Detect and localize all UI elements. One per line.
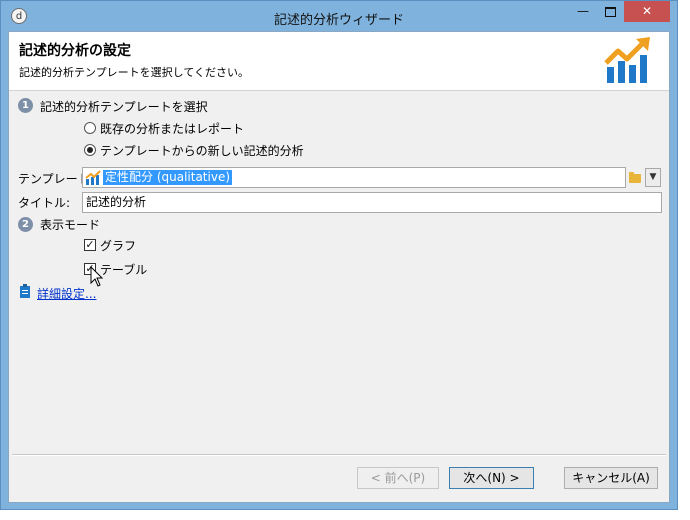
title-bar[interactable]: d 記述的分析ウィザード — ✕ [1,1,677,31]
folder-icon[interactable] [629,172,641,183]
title-label: タイトル: [18,196,71,210]
radio-selected-dot [87,147,93,153]
radio-new-from-template[interactable] [84,144,96,156]
minimize-button[interactable]: — [570,1,596,22]
step-number-2: 2 [18,217,33,232]
footer-separator [12,454,666,456]
template-dropdown-button[interactable]: ▼ [645,168,661,187]
graph-checkbox[interactable]: ✓ [84,239,96,251]
title-input[interactable]: 記述的分析 [82,192,662,213]
radio-existing-analysis-label[interactable]: 既存の分析またはレポート [100,120,244,137]
table-checkbox-label[interactable]: テーブル [100,261,147,278]
step-number-1: 1 [18,98,33,113]
clipboard-icon [20,284,30,298]
next-button[interactable]: 次へ(N) > [449,467,534,489]
wizard-header: 記述的分析の設定 記述的分析テンプレートを選択してください。 [9,32,669,91]
chart-icon [85,170,101,185]
advanced-settings-link[interactable]: 詳細設定... [37,285,96,302]
dialog-body: 記述的分析の設定 記述的分析テンプレートを選択してください。 1 記述的分析テン… [8,31,670,503]
radio-new-from-template-label[interactable]: テンプレートからの新しい記述的分析 [100,142,304,159]
template-value: 定性配分 (qualitative) [103,170,233,185]
page-subtitle: 記述的分析テンプレートを選択してください。 [19,66,250,79]
graph-checkbox-label[interactable]: グラフ [100,237,136,254]
wizard-window: d 記述的分析ウィザード — ✕ 記述的分析の設定 記述的分析テンプレートを選択… [0,0,678,510]
close-button[interactable]: ✕ [624,1,670,22]
title-value: 記述的分析 [86,195,147,209]
step2-label: 表示モード [40,218,101,232]
step1-label: 記述的分析テンプレートを選択 [40,100,208,114]
maximize-icon [604,6,616,17]
maximize-button[interactable] [597,1,623,22]
page-title: 記述的分析の設定 [19,43,131,59]
cancel-button[interactable]: キャンセル(A) [564,467,658,489]
template-input[interactable]: 定性配分 (qualitative) [82,167,626,188]
back-button[interactable]: < 前へ(P) [357,467,439,489]
radio-existing-analysis[interactable] [84,122,96,134]
rising-chart-icon [604,37,650,83]
